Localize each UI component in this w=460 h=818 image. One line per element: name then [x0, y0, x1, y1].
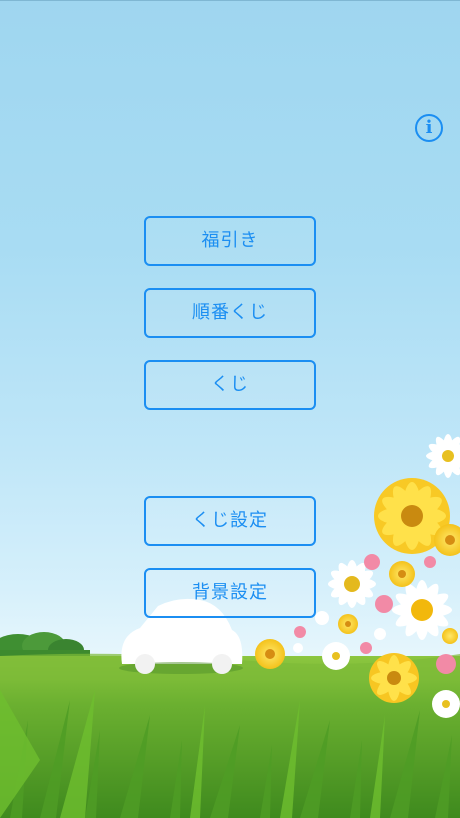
- kuji-settings-button[interactable]: くじ設定: [144, 496, 316, 546]
- info-button[interactable]: i: [415, 114, 443, 142]
- tree-cluster: [0, 632, 90, 662]
- main-screen: i 福引き 順番くじ くじ くじ設定 背景設定: [0, 0, 460, 818]
- fukubiki-button[interactable]: 福引き: [144, 216, 316, 266]
- background-settings-button[interactable]: 背景設定: [144, 568, 316, 618]
- info-icon: i: [425, 117, 433, 138]
- junban-kuji-button[interactable]: 順番くじ: [144, 288, 316, 338]
- grass-field: [0, 656, 460, 818]
- top-divider: [0, 0, 460, 1]
- kuji-button[interactable]: くじ: [144, 360, 316, 410]
- grass-blades: [10, 700, 452, 818]
